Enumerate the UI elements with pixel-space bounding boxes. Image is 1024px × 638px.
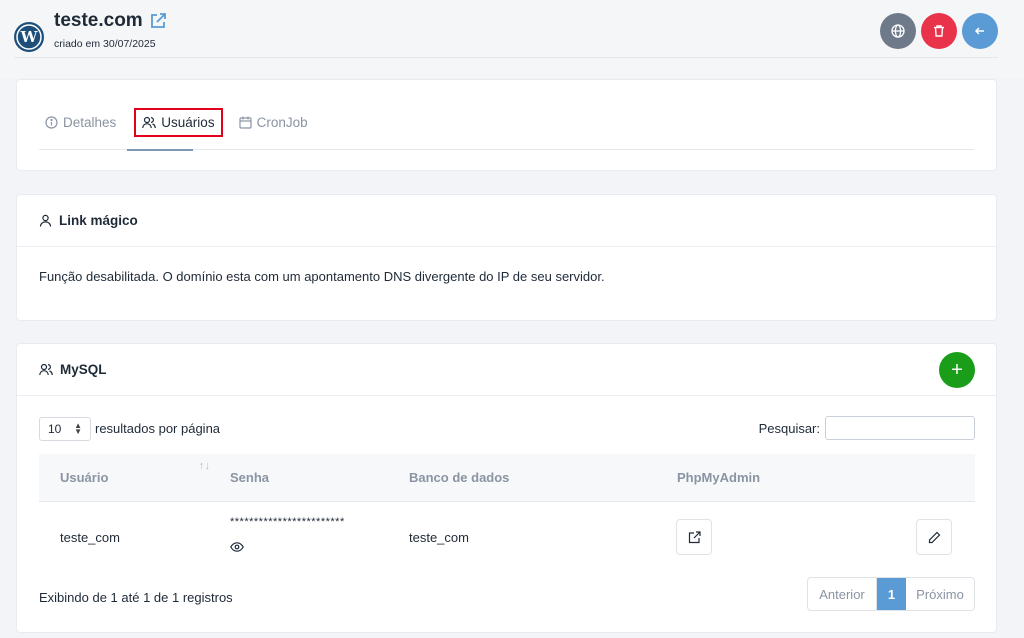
wordpress-icon: W <box>14 22 44 52</box>
column-header-senha[interactable]: Senha <box>230 470 269 485</box>
sort-icon[interactable]: ↑↓ <box>199 460 210 472</box>
edit-button[interactable] <box>916 519 952 555</box>
pencil-icon <box>928 531 940 543</box>
tabs-card: Detalhes Usuários CronJob <box>16 79 997 171</box>
mysql-card: MySQL + 10 ▲ ▼ resultados por página Pesq… <box>16 343 997 633</box>
external-link-icon[interactable] <box>149 12 167 30</box>
user-icon <box>39 214 52 227</box>
tab-cronjob[interactable]: CronJob <box>233 109 314 136</box>
tab-label: Usuários <box>161 115 215 130</box>
tab-usuarios[interactable]: Usuários <box>134 108 223 137</box>
pagination-previous[interactable]: Anterior <box>808 578 877 610</box>
globe-icon <box>891 24 905 38</box>
globe-button[interactable] <box>880 13 916 49</box>
magic-link-card: Link mágico Função desabilitada. O domín… <box>16 194 997 321</box>
cell-user: teste_com <box>60 530 120 545</box>
site-title: teste.com <box>54 10 143 31</box>
cell-database: teste_com <box>409 530 469 545</box>
tab-bar: Detalhes Usuários CronJob <box>39 108 324 137</box>
created-date: criado em 30/07/2025 <box>54 38 156 50</box>
page-length-select[interactable]: 10 ▲ ▼ <box>39 417 91 441</box>
table-info: Exibindo de 1 até 1 de 1 registros <box>39 590 233 605</box>
back-button[interactable] <box>962 13 998 49</box>
table-row: teste_com ************************ teste… <box>39 502 975 572</box>
page-length-label: resultados por página <box>95 421 221 436</box>
eye-icon[interactable] <box>230 540 244 555</box>
table-controls: 10 ▲ ▼ resultados por página Pesquisar: <box>39 416 975 442</box>
svg-text:W: W <box>20 28 39 46</box>
add-user-button[interactable]: + <box>939 352 975 388</box>
column-header-usuario[interactable]: Usuário <box>60 470 108 485</box>
pagination-page[interactable]: 1 <box>877 578 906 610</box>
column-header-phpmyadmin[interactable]: PhpMyAdmin <box>677 470 760 485</box>
tab-detalhes[interactable]: Detalhes <box>39 109 122 136</box>
card-title: MySQL <box>60 362 107 377</box>
delete-button[interactable] <box>921 13 957 49</box>
external-link-icon <box>688 530 701 543</box>
info-icon <box>45 116 58 129</box>
pagination: Anterior 1 Próximo <box>807 577 975 611</box>
pagination-next[interactable]: Próximo <box>906 578 974 610</box>
arrow-left-icon <box>974 27 984 35</box>
card-title: Link mágico <box>59 213 138 228</box>
tab-label: Detalhes <box>63 115 117 130</box>
calendar-icon <box>238 116 252 129</box>
header-divider <box>14 57 998 58</box>
users-icon <box>39 363 53 376</box>
search-input[interactable] <box>825 416 975 440</box>
trash-icon <box>934 25 944 37</box>
search-label: Pesquisar: <box>758 421 820 436</box>
magic-link-message: Função desabilitada. O domínio esta com … <box>39 269 605 284</box>
column-header-banco[interactable]: Banco de dados <box>409 470 509 485</box>
table-header: Usuário ↑↓ Senha Banco de dados PhpMyAdm… <box>39 454 975 502</box>
tab-label: CronJob <box>256 115 308 130</box>
open-phpmyadmin-button[interactable] <box>676 519 712 555</box>
select-arrows-icon: ▲ ▼ <box>74 421 82 436</box>
active-tab-indicator <box>127 149 193 151</box>
page-header: W teste.com criado em 30/07/2025 <box>0 0 1024 78</box>
users-icon <box>142 116 157 129</box>
cell-password: ************************ <box>230 516 345 528</box>
